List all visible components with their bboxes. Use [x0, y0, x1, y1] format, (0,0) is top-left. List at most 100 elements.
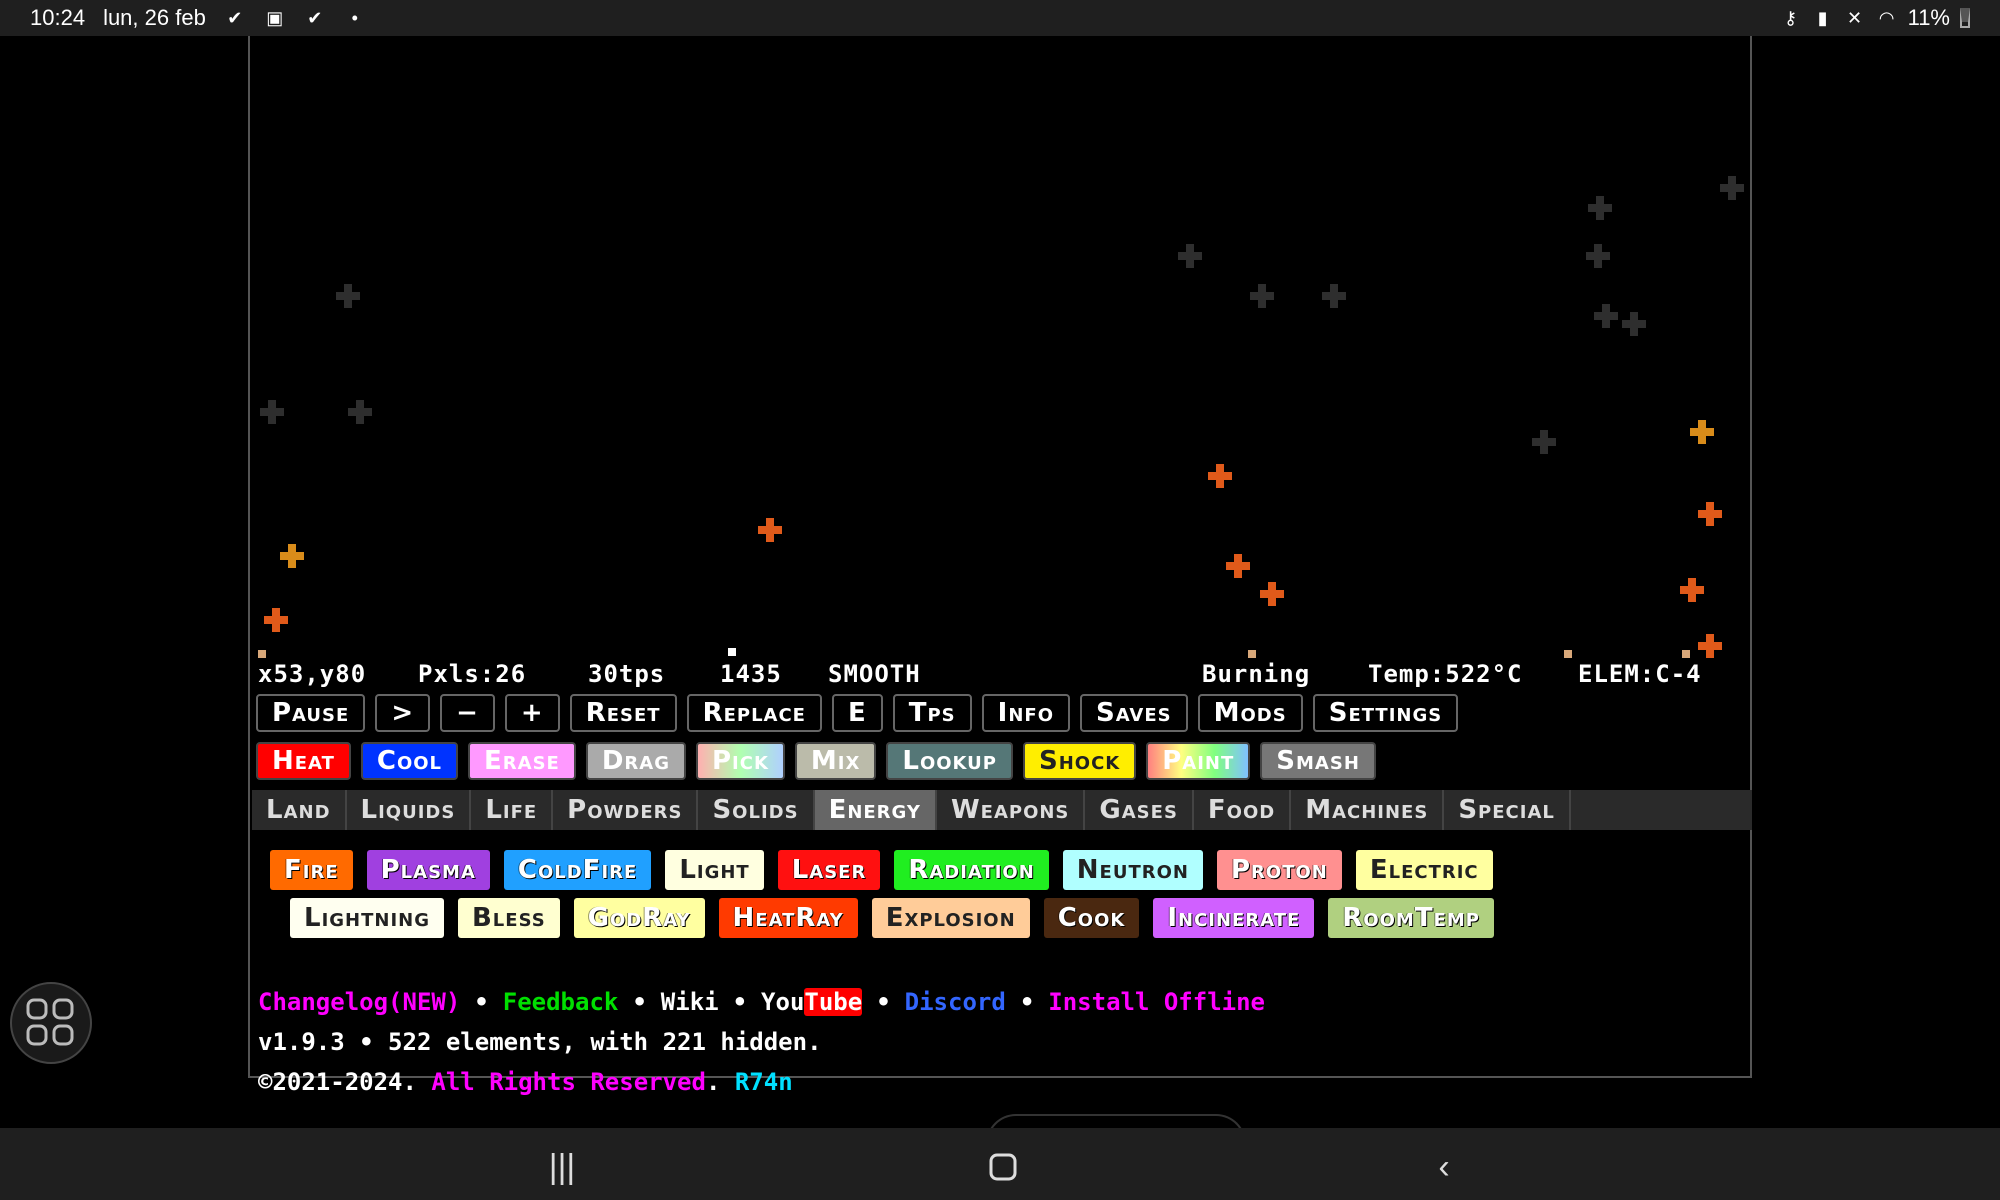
- simulation-canvas[interactable]: [250, 36, 1750, 658]
- category-tab[interactable]: Gases: [1085, 790, 1194, 830]
- hover-element: Burning: [1202, 660, 1311, 688]
- install-offline-link[interactable]: Install Offline: [1048, 988, 1265, 1016]
- recent-apps-icon[interactable]: |||: [542, 1147, 582, 1187]
- control-button[interactable]: Info: [981, 694, 1070, 732]
- smoke-particle: [1720, 176, 1744, 200]
- wifi-icon: ◠: [1878, 8, 1895, 28]
- fire-particle: [758, 518, 782, 542]
- pixel-count: Pxls:26: [418, 660, 527, 688]
- sandbox-game: x53,y80 Pxls:26 30tps 1435 SMOOTH Burnin…: [248, 36, 1752, 1096]
- element-button[interactable]: Radiation: [894, 850, 1049, 890]
- tool-button[interactable]: Erase: [468, 742, 576, 780]
- category-tab[interactable]: Food: [1194, 790, 1292, 830]
- category-tab[interactable]: Energy: [814, 790, 937, 830]
- category-tab[interactable]: Land: [252, 790, 347, 830]
- fire-particle: [280, 544, 304, 568]
- copyright: ©2021-2024. All Rights Reserved. R74n: [258, 1068, 793, 1096]
- wiki-link[interactable]: Wiki: [661, 988, 719, 1016]
- control-button[interactable]: Reset: [569, 694, 677, 732]
- category-tab[interactable]: Liquids: [347, 790, 472, 830]
- element-button[interactable]: Incinerate: [1153, 898, 1315, 938]
- smoke-particle: [1586, 244, 1610, 268]
- smoke-particle: [1622, 312, 1646, 336]
- changelog-link[interactable]: Changelog(NEW): [258, 988, 460, 1016]
- tool-button[interactable]: Mix: [794, 742, 877, 780]
- ground-pixel: [258, 650, 266, 658]
- element-button[interactable]: HeatRay: [718, 898, 858, 938]
- category-tab[interactable]: Special: [1444, 790, 1571, 830]
- element-button[interactable]: Light: [665, 850, 764, 890]
- temperature-readout: Temp:522°C: [1368, 660, 1523, 688]
- category-tab[interactable]: Life: [471, 790, 554, 830]
- home-icon[interactable]: [983, 1147, 1023, 1187]
- control-button[interactable]: Tps: [892, 694, 972, 732]
- element-button[interactable]: Explosion: [871, 898, 1030, 938]
- smoke-particle: [1178, 244, 1202, 268]
- category-tab[interactable]: Weapons: [937, 790, 1086, 830]
- element-button[interactable]: Cook: [1043, 898, 1140, 938]
- feedback-link[interactable]: Feedback: [503, 988, 619, 1016]
- control-button[interactable]: −: [440, 694, 495, 732]
- render-mode: SMOOTH: [828, 660, 921, 688]
- smoke-particle: [336, 284, 360, 308]
- tool-button[interactable]: Lookup: [886, 742, 1013, 780]
- control-button[interactable]: E: [831, 694, 883, 732]
- ground-pixel: [728, 648, 736, 656]
- cursor-coords: x53,y80: [258, 660, 367, 688]
- tick-count: 1435: [720, 660, 782, 688]
- fire-particle: [1260, 582, 1284, 606]
- selected-element: ELEM:C-4: [1578, 660, 1702, 688]
- tool-button[interactable]: Cool: [360, 742, 459, 780]
- element-button[interactable]: Bless: [457, 898, 560, 938]
- control-button[interactable]: >: [375, 694, 431, 732]
- element-button[interactable]: ColdFire: [503, 850, 652, 890]
- element-button[interactable]: Proton: [1216, 850, 1342, 890]
- dot-icon: •: [351, 8, 358, 28]
- control-button[interactable]: Pause: [256, 694, 366, 732]
- category-tab[interactable]: Machines: [1291, 790, 1445, 830]
- control-button[interactable]: +: [504, 694, 560, 732]
- smoke-particle: [260, 400, 284, 424]
- control-buttons: Pause > − + Reset Replace E Tps Info Saves Mods Set…: [256, 694, 1459, 732]
- discord-link[interactable]: Discord: [905, 988, 1006, 1016]
- control-button[interactable]: Settings: [1312, 694, 1459, 732]
- rights-link[interactable]: All Rights Reserved: [431, 1068, 706, 1096]
- author-link[interactable]: R74n: [735, 1068, 793, 1096]
- control-button[interactable]: Replace: [686, 694, 822, 732]
- element-button[interactable]: Lightning: [290, 898, 444, 938]
- control-button[interactable]: Mods: [1197, 694, 1303, 732]
- battery-percent: 11%: [1907, 5, 1950, 30]
- tool-button[interactable]: Paint: [1146, 742, 1251, 780]
- element-button[interactable]: GodRay: [573, 898, 705, 938]
- smoke-particle: [1588, 196, 1612, 220]
- tool-button[interactable]: Smash: [1260, 742, 1376, 780]
- category-tab[interactable]: Solids: [698, 790, 815, 830]
- version-info: v1.9.3 • 522 elements, with 221 hidden.: [258, 1028, 822, 1056]
- element-button[interactable]: Laser: [777, 850, 881, 890]
- smoke-particle: [1594, 304, 1618, 328]
- element-button[interactable]: Electric: [1355, 850, 1493, 890]
- category-tabs: Land Liquids Life Powders Solids Energy Weapon…: [252, 790, 1752, 830]
- fire-particle: [1680, 578, 1704, 602]
- tool-button[interactable]: Pick: [696, 742, 785, 780]
- fire-particle: [1226, 554, 1250, 578]
- element-button[interactable]: Plasma: [366, 850, 490, 890]
- category-tab[interactable]: Powders: [553, 790, 699, 830]
- element-button[interactable]: Fire: [270, 850, 353, 890]
- element-button[interactable]: Neutron: [1062, 850, 1203, 890]
- date: lun, 26 feb: [103, 5, 206, 30]
- element-button[interactable]: RoomTemp: [1328, 898, 1494, 938]
- fire-particle: [1208, 464, 1232, 488]
- fire-particle: [1698, 502, 1722, 526]
- fire-particle: [1690, 420, 1714, 444]
- tool-button[interactable]: Shock: [1023, 742, 1137, 780]
- app-launcher-button[interactable]: [10, 982, 92, 1064]
- back-icon[interactable]: ‹: [1424, 1147, 1464, 1187]
- control-button[interactable]: Saves: [1080, 694, 1188, 732]
- tool-button[interactable]: Drag: [585, 742, 686, 780]
- youtube-link[interactable]: YouTube: [761, 988, 863, 1016]
- tps-readout: 30tps: [588, 660, 666, 688]
- tool-button[interactable]: Heat: [256, 742, 351, 780]
- ground-pixel: [1248, 650, 1256, 658]
- smoke-particle: [348, 400, 372, 424]
